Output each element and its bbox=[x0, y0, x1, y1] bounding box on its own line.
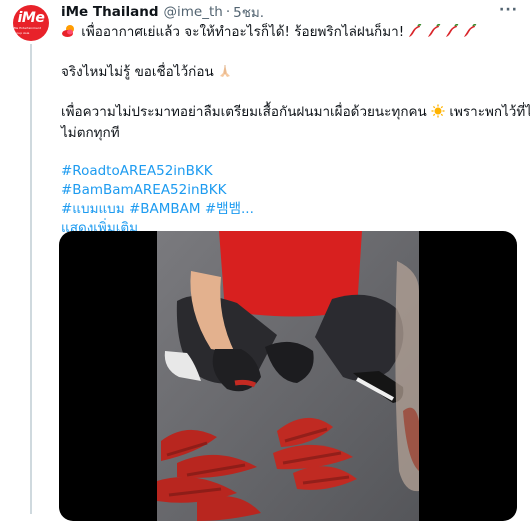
text-line-4: ไม่ตกทุกที bbox=[61, 125, 120, 141]
sun-behind-cloud-icon bbox=[61, 24, 77, 44]
sun-icon bbox=[431, 104, 445, 124]
folded-hands-icon bbox=[218, 64, 232, 84]
hot-pepper-icon bbox=[445, 23, 459, 44]
tweet-card[interactable]: iMe iMe Entertainment Group Asia iMe Tha… bbox=[0, 0, 530, 521]
tweet-header: iMe Thailand @ime_th · 5ชม. bbox=[61, 3, 264, 21]
author-handle[interactable]: @ime_th bbox=[164, 4, 223, 20]
more-options-icon[interactable]: ··· bbox=[499, 2, 518, 18]
video-thumbnail-image bbox=[157, 231, 419, 521]
text-line-3-content: เพื่อความไม่ประมาทอย่าลืมเตรียมเสื้อกันฝ… bbox=[61, 104, 427, 120]
text-line-3: เพื่อความไม่ประมาทอย่าลืมเตรียมเสื้อกันฝ… bbox=[61, 103, 530, 124]
hashtag-link[interactable]: #RoadtoAREA52inBKK bbox=[61, 162, 516, 181]
video-player[interactable] bbox=[59, 231, 517, 521]
hot-pepper-icon bbox=[408, 23, 422, 44]
hot-pepper-icon bbox=[463, 23, 477, 44]
video-frame[interactable] bbox=[157, 231, 419, 521]
separator-dot: · bbox=[225, 4, 231, 20]
hashtag-line[interactable]: #แบมแบม #BAMBAM #뱀뱀... bbox=[61, 200, 516, 219]
avatar-logo-subtitle: iMe Entertainment Group Asia bbox=[13, 25, 41, 35]
hot-pepper-icon bbox=[427, 23, 441, 44]
tweet-text: เพื่ออากาศเย่แล้ว จะให้ทำอะไรก็ได้! ร้อย… bbox=[61, 23, 530, 238]
text-line-1-content: เพื่ออากาศเย่แล้ว จะให้ทำอะไรก็ได้! ร้อย… bbox=[81, 24, 405, 40]
thread-line bbox=[30, 44, 32, 514]
text-line-2-content: จริงไหมไม่รู้ ขอเชื่อไว้ก่อน bbox=[61, 64, 214, 80]
avatar[interactable]: iMe iMe Entertainment Group Asia bbox=[13, 5, 49, 41]
hashtag-link[interactable]: #BamBamAREA52inBKK bbox=[61, 181, 516, 200]
text-line-2: จริงไหมไม่รู้ ขอเชื่อไว้ก่อน bbox=[61, 63, 516, 84]
avatar-logo: iMe bbox=[17, 9, 45, 26]
author-name[interactable]: iMe Thailand bbox=[61, 4, 159, 20]
text-line-1: เพื่ออากาศเย่แล้ว จะให้ทำอะไรก็ได้! ร้อย… bbox=[61, 23, 516, 44]
timestamp[interactable]: 5ชม. bbox=[233, 1, 264, 23]
text-line-3-tail: เพราะพกไว้ที่ไรฝน bbox=[449, 104, 530, 120]
